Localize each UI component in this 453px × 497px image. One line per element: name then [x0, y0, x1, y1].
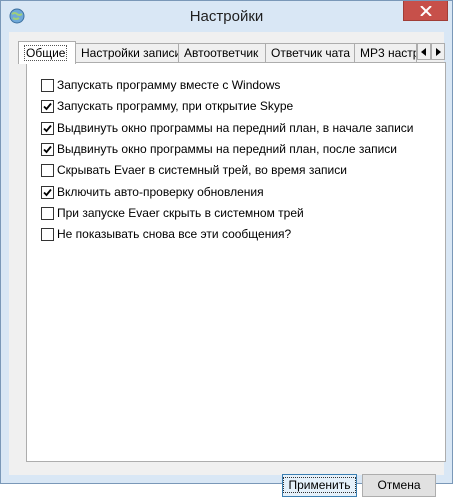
- option-checkbox[interactable]: [41, 228, 54, 242]
- tab-scroll-right-button[interactable]: [431, 43, 445, 60]
- checkmark-icon: [43, 188, 52, 196]
- tab-recording-settings[interactable]: Настройки записи: [75, 43, 179, 62]
- option-checkbox[interactable]: [41, 100, 54, 114]
- option-checkbox[interactable]: [41, 79, 54, 92]
- arrow-right-icon: [436, 48, 441, 56]
- tab-label: Автоответчик: [184, 46, 259, 60]
- dialog-client: Общие Настройки записи Автоответчик Отве…: [9, 32, 446, 497]
- option-label: Скрывать Evaer в системный трей, во врем…: [57, 163, 347, 178]
- close-icon: [420, 6, 432, 16]
- window-title: Настройки: [189, 8, 264, 25]
- option-label: Выдвинуть окно программы на передний пла…: [57, 141, 397, 156]
- option-label: Выдвинуть окно программы на передний пла…: [57, 120, 414, 135]
- apply-button[interactable]: Применить: [282, 474, 357, 497]
- cancel-button[interactable]: Отмена: [362, 474, 436, 497]
- cancel-button-label: Отмена: [377, 478, 421, 492]
- option-checkbox[interactable]: [41, 142, 54, 156]
- arrow-left-icon: [421, 48, 426, 56]
- option-checkbox[interactable]: [41, 206, 54, 220]
- checkmark-icon: [43, 145, 52, 154]
- settings-window: Настройки Общие Настройки записи Автоотв…: [0, 0, 453, 497]
- option-label: Не показывать снова все эти сообщения?: [57, 227, 292, 242]
- option-label: Запускать программу, при открытие Skype: [57, 99, 294, 114]
- checkmark-icon: [43, 103, 52, 111]
- apply-button-label: Применить: [283, 477, 356, 493]
- tab-label: Общие: [24, 45, 68, 61]
- tab-chat-responder[interactable]: Ответчик чата: [265, 43, 355, 62]
- tab-label: Настройки записи: [81, 46, 179, 60]
- option-checkbox[interactable]: [41, 185, 54, 199]
- title-bar[interactable]: Настройки: [1, 1, 452, 32]
- tab-autoresponder[interactable]: Автоответчик: [178, 43, 266, 62]
- option-label: При запуске Evaer скрыть в системном тре…: [57, 205, 304, 220]
- close-button[interactable]: [403, 1, 448, 21]
- tab-strip: Общие Настройки записи Автоответчик Отве…: [18, 41, 446, 64]
- option-label: Запускать программу вместе с Windows: [57, 78, 281, 92]
- tab-mp3-settings[interactable]: MP3 настр: [354, 43, 417, 62]
- option-checkbox[interactable]: [41, 121, 54, 135]
- option-label: Включить авто-проверку обновления: [57, 184, 264, 199]
- general-settings-panel: Запускать программу вместе с Windows Запу…: [26, 62, 446, 462]
- tab-general[interactable]: Общие: [18, 41, 76, 64]
- tab-label: MP3 настр: [360, 46, 417, 60]
- checkmark-icon: [43, 124, 52, 132]
- option-checkbox[interactable]: [41, 164, 54, 178]
- tab-scroll-left-button[interactable]: [417, 43, 431, 60]
- tab-label: Ответчик чата: [271, 46, 351, 60]
